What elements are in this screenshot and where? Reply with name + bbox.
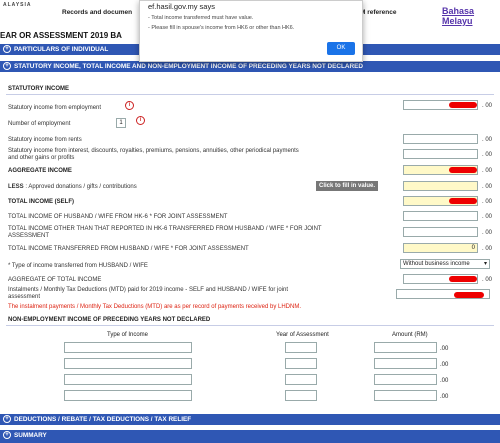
amount-input[interactable] [374, 374, 437, 385]
nav-reference-link[interactable]: M reference [360, 9, 397, 16]
label-number-employment: Number of employment [8, 121, 71, 127]
col-amount-header: Amount (RM) [392, 332, 428, 338]
label-mtd-line1: Instalments / Monthly Tax Deductions (MT… [8, 287, 288, 293]
country-fragment: ALAYSIA [3, 2, 32, 8]
statutory-heading: STATUTORY INCOME [8, 86, 70, 92]
section-statutory[interactable]: + STATUTORY INCOME, TOTAL INCOME AND NON-… [0, 61, 500, 72]
divider [6, 325, 494, 326]
interest-income-field[interactable] [403, 149, 478, 159]
label-total-hk6: TOTAL INCOME OF HUSBAND / WIFE FROM HK-6… [8, 214, 228, 220]
col-type-header: Type of Income [107, 332, 149, 338]
redaction-mark [449, 198, 477, 204]
plus-circle-icon: + [3, 62, 11, 71]
redaction-mark [449, 276, 477, 282]
language-line1: Bahasa [442, 6, 475, 16]
language-line2: Melayu [442, 16, 473, 26]
label-mtd-line2: assessment [8, 294, 41, 300]
decimal-00: . 00 [482, 246, 493, 252]
redaction-mark [449, 102, 477, 108]
divider [6, 94, 494, 95]
col-year-header: Year of Assessment [276, 332, 329, 338]
decimal-00: .00 [440, 362, 449, 368]
alert-dialog: ef.hasil.gov.my says - Total income tran… [139, 0, 363, 62]
section-summary[interactable]: + SUMMARY [0, 430, 500, 443]
label-employment: Statutory income from employment [8, 105, 102, 111]
section-deductions-label: DEDUCTIONS / REBATE / TAX DEDUCTIONS / T… [14, 416, 192, 423]
label-less-donations: LESS : Approved donations / gifts / cont… [8, 184, 137, 190]
label-less: LESS [8, 184, 24, 190]
decimal-00: . 00 [482, 199, 493, 205]
label-rents: Statutory income from rents [8, 137, 82, 143]
decimal-00: .00 [440, 346, 449, 352]
mtd-note: The instalment payments / Monthly Tax De… [8, 304, 302, 310]
decimal-00: . 00 [482, 152, 493, 158]
donations-field[interactable] [403, 181, 478, 191]
nav-records-link[interactable]: Records and documen [62, 9, 132, 16]
plus-circle-icon: + [3, 431, 11, 440]
amount-input[interactable] [374, 358, 437, 369]
transferred-field: 0 [403, 243, 478, 253]
info-icon[interactable]: i [136, 116, 145, 125]
alert-origin: ef.hasil.gov.my says [148, 2, 215, 11]
amount-input[interactable] [374, 390, 437, 401]
decimal-00: .00 [440, 378, 449, 384]
page-title: EAR OR ASSESSMENT 2019 BA [0, 31, 122, 40]
number-employment-value: 1 [119, 120, 123, 126]
total-hk6-field[interactable] [403, 211, 478, 221]
info-icon[interactable]: i [125, 101, 134, 110]
section-deductions[interactable]: + DEDUCTIONS / REBATE / TAX DEDUCTIONS / … [0, 414, 500, 425]
label-aggregate-income: AGGREGATE INCOME [8, 168, 72, 174]
chevron-down-icon: ▾ [483, 261, 487, 267]
section-statutory-label: STATUTORY INCOME, TOTAL INCOME AND NON-E… [14, 63, 364, 70]
label-interest-line2: and other gains or profits [8, 155, 75, 161]
section-particulars-label: PARTICULARS OF INDIVIDUAL [14, 46, 109, 53]
non-employment-heading: NON-EMPLOYMENT INCOME OF PRECEDING YEARS… [8, 317, 211, 323]
alert-line1: - Total income transferred must have val… [148, 15, 254, 21]
year-assessment-input[interactable] [285, 390, 317, 401]
year-assessment-input[interactable] [285, 374, 317, 385]
label-transferred: TOTAL INCOME TRANSFERRED FROM HUSBAND / … [8, 246, 249, 252]
type-income-input[interactable] [64, 374, 192, 385]
total-other-field[interactable] [403, 227, 478, 237]
year-assessment-input[interactable] [285, 342, 317, 353]
decimal-00: . 00 [482, 184, 493, 190]
alert-ok-button[interactable]: OK [327, 42, 355, 55]
decimal-00: . 00 [482, 277, 493, 283]
alert-line2: - Please fill in spouse's income from HK… [148, 25, 295, 31]
number-employment-field[interactable]: 1 [116, 118, 126, 128]
label-aggregate-total: AGGREGATE OF TOTAL INCOME [8, 277, 102, 283]
label-total-other-line2: ASSESSMENT [8, 233, 50, 239]
click-fill-tooltip: Click to fill in value. [316, 181, 379, 191]
label-donations: : Approved donations / gifts / contribut… [25, 184, 137, 190]
transferred-value: 0 [471, 245, 475, 251]
redaction-mark [449, 167, 477, 173]
label-type-transferred: * Type of income transferred from HUSBAN… [8, 263, 148, 269]
decimal-00: .00 [440, 394, 449, 400]
plus-circle-icon: + [3, 415, 11, 424]
decimal-00: . 00 [482, 214, 493, 220]
label-total-self: TOTAL INCOME (SELF) [8, 199, 74, 205]
decimal-00: . 00 [482, 103, 493, 109]
decimal-00: . 00 [482, 137, 493, 143]
type-income-input[interactable] [64, 358, 192, 369]
language-link[interactable]: Bahasa Melayu [442, 6, 474, 26]
section-summary-label: SUMMARY [14, 432, 47, 439]
label-interest-line1: Statutory income from interest, discount… [8, 148, 299, 154]
decimal-00: . 00 [482, 230, 493, 236]
type-income-value: Without business income [403, 261, 470, 267]
decimal-00: . 00 [482, 168, 493, 174]
redaction-mark [454, 292, 484, 298]
type-income-select[interactable]: Without business income ▾ [400, 259, 490, 269]
year-assessment-input[interactable] [285, 358, 317, 369]
rents-income-field[interactable] [403, 134, 478, 144]
plus-circle-icon: + [3, 45, 11, 54]
label-total-other-line1: TOTAL INCOME OTHER THAN THAT REPORTED IN… [8, 226, 322, 232]
type-income-input[interactable] [64, 390, 192, 401]
amount-input[interactable] [374, 342, 437, 353]
type-income-input[interactable] [64, 342, 192, 353]
